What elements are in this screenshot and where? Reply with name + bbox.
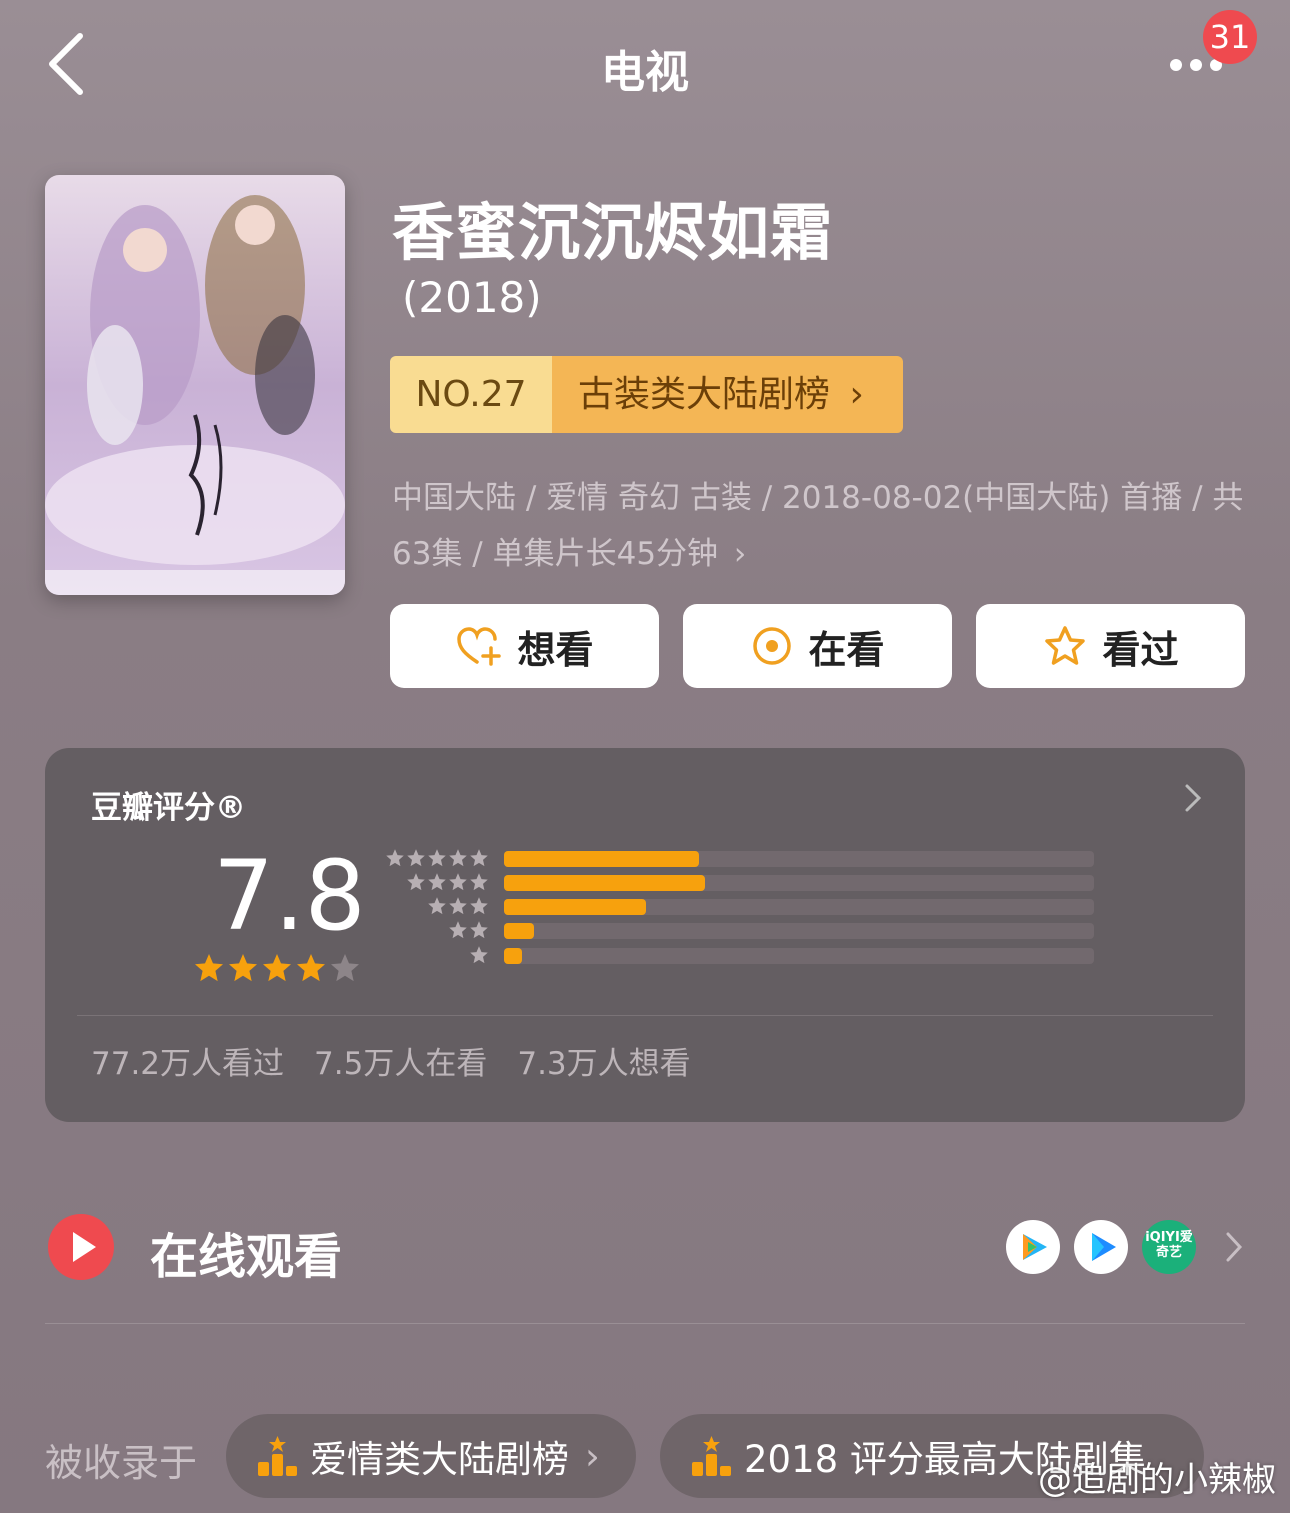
- collection-chip-romance[interactable]: 爱情类大陆剧榜 ›: [226, 1414, 636, 1498]
- star-icon: [193, 952, 225, 988]
- rating-bar: [504, 875, 1094, 891]
- heart-plus-icon: [457, 627, 502, 666]
- watching-label: 在看: [808, 627, 885, 672]
- show-meta[interactable]: 中国大陆 / 爱情 奇幻 古装 / 2018-08-02(中国大陆) 首播 / …: [392, 470, 1262, 582]
- watching-button[interactable]: 在看: [683, 604, 952, 688]
- chevron-right-icon[interactable]: [1181, 782, 1205, 818]
- collection-label: 爱情类大陆剧榜: [310, 1438, 569, 1481]
- rating-bar: [504, 851, 1094, 867]
- target-icon: [753, 627, 792, 665]
- show-year: (2018): [402, 273, 542, 322]
- rating-bar-fill: [504, 948, 522, 964]
- rank-list-label: 古装类大陆剧榜: [578, 374, 831, 415]
- divider: [45, 1323, 1245, 1324]
- watched-button[interactable]: 看过: [976, 604, 1245, 688]
- rating-bar-fill: [504, 923, 534, 939]
- collections-label: 被收录于: [45, 1441, 198, 1485]
- poster-image[interactable]: [45, 175, 345, 595]
- divider: [77, 1015, 1213, 1016]
- rating-counts: 77.2万人看过 7.5万人在看 7.3万人想看: [91, 1038, 691, 1083]
- rating-bar-fill: [504, 851, 699, 867]
- chevron-right-icon: ›: [585, 1434, 600, 1478]
- want-count: 7.3万人想看: [517, 1046, 691, 1082]
- want-label: 想看: [517, 627, 594, 672]
- rating-card[interactable]: 豆瓣评分® 7.8 77.2万人看过 7.5万人在看 7.3万人想看: [45, 748, 1245, 1122]
- online-watch-row[interactable]: 在线观看 iQIYI爱奇艺: [0, 1200, 1290, 1300]
- rating-bar-fill: [504, 899, 646, 915]
- bar-star-label: [448, 920, 489, 940]
- star-icon: [1045, 626, 1086, 665]
- youku-icon[interactable]: [1074, 1220, 1128, 1274]
- bar-star-label: [406, 872, 489, 892]
- notification-badge: 31: [1203, 10, 1257, 64]
- play-icon: [48, 1214, 114, 1280]
- rating-stars: [193, 952, 361, 988]
- show-meta-text: 中国大陆 / 爱情 奇幻 古装 / 2018-08-02(中国大陆) 首播 / …: [392, 480, 1244, 572]
- iqiyi-icon[interactable]: iQIYI爱奇艺: [1142, 1220, 1196, 1274]
- rating-bar-fill: [504, 875, 705, 891]
- rank-badge[interactable]: NO.27 古装类大陆剧榜 ›: [390, 356, 903, 433]
- rank-list-link[interactable]: 古装类大陆剧榜 ›: [552, 356, 903, 433]
- bar-star-label: [427, 896, 489, 916]
- chevron-right-icon[interactable]: [1222, 1230, 1246, 1268]
- watched-count: 77.2万人看过: [91, 1046, 285, 1082]
- star-icon: [329, 952, 361, 988]
- show-title: 香蜜沉沉烬如霜: [392, 196, 834, 269]
- tencent-video-icon[interactable]: [1006, 1220, 1060, 1274]
- rating-bar: [504, 923, 1094, 939]
- rank-number: NO.27: [390, 356, 552, 433]
- star-icon: [227, 952, 259, 988]
- rating-bar: [504, 899, 1094, 915]
- ranking-icon: [692, 1436, 731, 1476]
- page-title: 电视: [601, 47, 689, 98]
- watched-label: 看过: [1102, 627, 1179, 672]
- watermark: @追剧的小辣椒: [1038, 1460, 1276, 1500]
- watching-count: 7.5万人在看: [314, 1046, 488, 1082]
- star-icon: [261, 952, 293, 988]
- chevron-right-icon: ›: [849, 374, 864, 415]
- want-button[interactable]: 想看: [390, 604, 659, 688]
- rating-bar: [504, 948, 1094, 964]
- bar-star-label: [385, 848, 489, 868]
- rating-score: 7.8: [213, 840, 366, 952]
- chevron-right-icon: ›: [733, 536, 747, 572]
- rating-title: 豆瓣评分®: [91, 790, 246, 826]
- ranking-icon: [258, 1436, 297, 1476]
- bar-star-label: [469, 945, 489, 965]
- star-icon: [295, 952, 327, 988]
- online-watch-label: 在线观看: [150, 1229, 343, 1285]
